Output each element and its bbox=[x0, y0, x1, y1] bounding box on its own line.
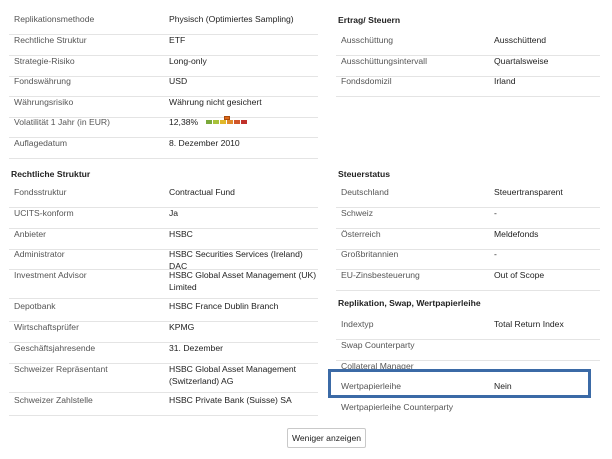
row-label: Fondswährung bbox=[14, 76, 71, 86]
row-label: Ausschüttung bbox=[341, 35, 394, 45]
volatility-value: 12,38% bbox=[169, 117, 199, 127]
row-value: KPMG bbox=[169, 322, 195, 332]
row-eu-zinsbesteuerung: EU-Zinsbesteuerung Out of Scope bbox=[336, 270, 600, 291]
row-label: Volatilität 1 Jahr (in EUR) bbox=[14, 117, 110, 127]
row-label: Replikationsmethode bbox=[14, 14, 95, 24]
row-fondswaehrung: Fondswährung USD bbox=[9, 76, 318, 97]
row-value: USD bbox=[169, 76, 188, 86]
row-value: Steuertransparent bbox=[494, 187, 563, 197]
row-label: Administrator bbox=[14, 249, 65, 259]
row-label: Auflagedatum bbox=[14, 138, 68, 148]
row-label: Wirtschaftsprüfer bbox=[14, 322, 79, 332]
row-label: UCITS-konform bbox=[14, 208, 74, 218]
volatility-segment bbox=[234, 119, 241, 124]
volatility-segment bbox=[206, 119, 213, 124]
row-value: Meldefonds bbox=[494, 229, 539, 239]
row-value: 8. Dezember 2010 bbox=[169, 138, 240, 148]
highlight-box-wertpapierleihe bbox=[328, 369, 591, 398]
row-label: Wertpapierleihe Counterparty bbox=[341, 402, 454, 412]
row-wirtschaftspruefer: Wirtschaftsprüfer KPMG bbox=[9, 322, 318, 343]
row-label: Geschäftsjahresende bbox=[14, 343, 96, 353]
row-label: Großbritannien bbox=[341, 249, 399, 259]
row-ausschuettungsintervall: Ausschüttungsintervall Quartalsweise bbox=[336, 56, 600, 77]
row-label: Indextyp bbox=[341, 319, 374, 329]
row-label: Rechtliche Struktur bbox=[14, 35, 87, 45]
row-grossbritannien: Großbritannien - bbox=[336, 249, 600, 270]
row-label: Investment Advisor bbox=[14, 270, 87, 280]
row-value: Ausschüttend bbox=[494, 35, 547, 45]
row-schweiz: Schweiz - bbox=[336, 208, 600, 229]
row-oesterreich: Österreich Meldefonds bbox=[336, 229, 600, 250]
row-investment-advisor: Investment Advisor HSBC Global Asset Man… bbox=[9, 270, 318, 299]
row-value: Contractual Fund bbox=[169, 187, 235, 197]
row-value: Ja bbox=[169, 208, 179, 218]
row-label: Ausschüttungsintervall bbox=[341, 56, 427, 66]
row-replikationsmethode: Replikationsmethode Physisch (Optimierte… bbox=[9, 14, 318, 35]
row-ausschuettung: Ausschüttung Ausschüttend bbox=[336, 35, 600, 56]
volatility-segment bbox=[241, 119, 248, 124]
row-label: Österreich bbox=[341, 229, 381, 239]
row-label: Depotbank bbox=[14, 301, 56, 311]
row-deutschland: Deutschland Steuertransparent bbox=[336, 187, 600, 208]
section-title-ertrag-steuern: Ertrag/ Steuern bbox=[338, 15, 401, 25]
row-label: Schweizer Zahlstelle bbox=[14, 395, 93, 405]
show-less-button[interactable]: Weniger anzeigen bbox=[287, 428, 366, 448]
row-schweizer-zahlstelle: Schweizer Zahlstelle HSBC Private Bank (… bbox=[9, 395, 318, 416]
row-strategie-risiko: Strategie-Risiko Long-only bbox=[9, 56, 318, 77]
row-value: HSBC Global Asset Management (Switzerlan… bbox=[169, 364, 297, 386]
volatility-risk-indicator bbox=[206, 115, 248, 124]
row-depotbank: Depotbank HSBC France Dublin Branch bbox=[9, 301, 318, 322]
row-value: Long-only bbox=[169, 56, 207, 66]
row-value: Quartalsweise bbox=[494, 56, 549, 66]
volatility-segment bbox=[213, 119, 220, 124]
section-title-replikation: Replikation, Swap, Wertpapierleihe bbox=[338, 298, 481, 308]
volatility-level-marker bbox=[224, 115, 231, 120]
row-swap-counterparty: Swap Counterparty bbox=[336, 340, 600, 361]
row-label: Strategie-Risiko bbox=[14, 56, 75, 66]
row-administrator: Administrator HSBC Securities Services (… bbox=[9, 249, 318, 271]
row-label: Deutschland bbox=[341, 187, 389, 197]
row-label: EU-Zinsbesteuerung bbox=[341, 270, 420, 280]
volatility-segment bbox=[220, 119, 227, 124]
row-anbieter: Anbieter HSBC bbox=[9, 229, 318, 250]
row-label: Schweiz bbox=[341, 208, 373, 218]
row-geschaeftsjahresende: Geschäftsjahresende 31. Dezember bbox=[9, 343, 318, 364]
row-label: Anbieter bbox=[14, 229, 47, 239]
row-value: HSBC bbox=[169, 229, 193, 239]
row-value: ETF bbox=[169, 35, 186, 45]
row-value: 31. Dezember bbox=[169, 343, 223, 353]
row-value: - bbox=[494, 208, 497, 218]
section-title-rechtliche-struktur: Rechtliche Struktur bbox=[11, 169, 91, 179]
row-ucits-konform: UCITS-konform Ja bbox=[9, 208, 318, 229]
row-value: HSBC Private Bank (Suisse) SA bbox=[169, 395, 292, 405]
row-value: HSBC France Dublin Branch bbox=[169, 301, 279, 311]
row-value: - bbox=[494, 249, 497, 259]
row-rechtliche-struktur: Rechtliche Struktur ETF bbox=[9, 35, 318, 56]
row-value: Out of Scope bbox=[494, 270, 545, 280]
row-value: HSBC Securities Services (Ireland) DAC bbox=[169, 249, 303, 271]
row-value: Irland bbox=[494, 76, 516, 86]
row-value: HSBC Global Asset Management (UK) Limite… bbox=[169, 270, 317, 292]
row-fondsstruktur: Fondsstruktur Contractual Fund bbox=[9, 187, 318, 208]
row-fondsdomizil: Fondsdomizil Irland bbox=[336, 76, 600, 97]
row-label: Währungsrisiko bbox=[14, 97, 74, 107]
row-waehrungsrisiko: Währungsrisiko Währung nicht gesichert bbox=[9, 97, 318, 118]
row-value: Physisch (Optimiertes Sampling) bbox=[169, 14, 294, 24]
row-value: 12,38% bbox=[169, 115, 319, 129]
row-auflagedatum: Auflagedatum 8. Dezember 2010 bbox=[9, 138, 318, 159]
row-label: Fondsstruktur bbox=[14, 187, 67, 197]
section-title-steuerstatus: Steuerstatus bbox=[338, 169, 391, 179]
row-volatilitaet: Volatilität 1 Jahr (in EUR) 12,38% bbox=[9, 115, 319, 138]
row-label: Fondsdomizil bbox=[341, 76, 392, 86]
row-schweizer-repraesentant: Schweizer Repräsentant HSBC Global Asset… bbox=[9, 364, 318, 393]
row-value: Total Return Index bbox=[494, 319, 564, 329]
row-label: Swap Counterparty bbox=[341, 340, 415, 350]
row-label: Schweizer Repräsentant bbox=[14, 364, 108, 374]
volatility-segment bbox=[227, 119, 234, 124]
row-value: Währung nicht gesichert bbox=[169, 97, 262, 107]
row-wertpapierleihe-counterparty: Wertpapierleihe Counterparty bbox=[336, 402, 600, 416]
row-indextyp: Indextyp Total Return Index bbox=[336, 319, 600, 340]
